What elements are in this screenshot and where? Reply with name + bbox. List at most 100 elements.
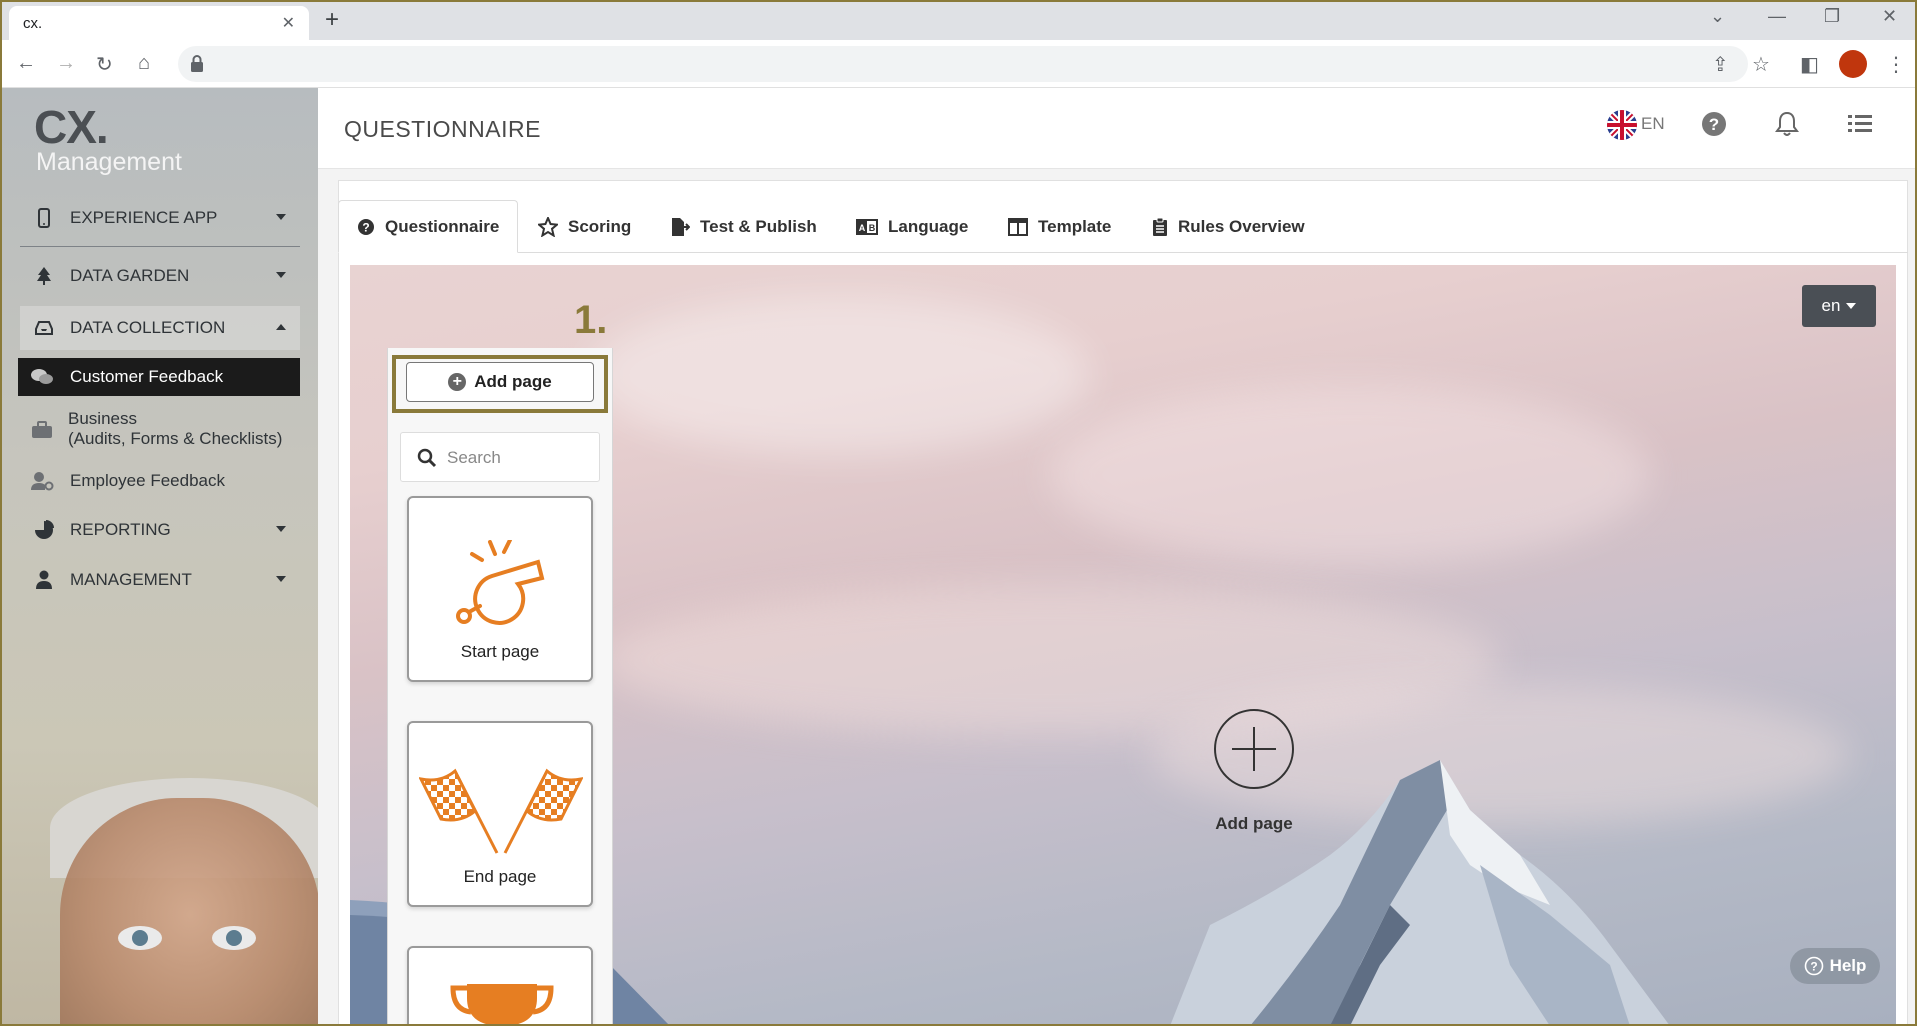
clipboard-list-icon xyxy=(1153,217,1167,236)
page-title: QUESTIONNAIRE xyxy=(344,116,541,142)
help-button[interactable]: ? Help xyxy=(1790,948,1880,984)
tab-label: Scoring xyxy=(568,216,632,236)
caret-down-icon xyxy=(276,214,286,220)
back-icon[interactable]: ← xyxy=(16,52,36,75)
search-field[interactable] xyxy=(400,432,600,482)
tab-label: Test & Publish xyxy=(700,216,817,236)
bookmark-star-icon[interactable]: ☆ xyxy=(1752,52,1770,77)
page-tile-end[interactable]: End page xyxy=(407,721,593,907)
reload-icon[interactable]: ↻ xyxy=(96,52,113,77)
sidebar-item-reporting[interactable]: REPORTING xyxy=(20,508,300,552)
browser-tab-bar: cx. ✕ + ⌄ — ❐ ✕ xyxy=(0,0,1917,40)
minimize-icon[interactable]: — xyxy=(1768,6,1786,27)
tab-test-publish[interactable]: Test & Publish xyxy=(670,200,817,253)
user-tie-icon xyxy=(36,570,52,589)
sidebar-divider xyxy=(20,246,300,247)
pie-chart-icon xyxy=(35,520,54,539)
file-export-icon xyxy=(672,217,690,236)
help-circle-icon: ? xyxy=(1804,956,1823,976)
sidebar-item-label: EXPERIENCE APP xyxy=(70,208,218,227)
language-select[interactable]: en xyxy=(1802,285,1876,327)
plus-circle-icon: + xyxy=(448,373,467,391)
sidebar-item-customer-feedback[interactable]: Customer Feedback xyxy=(18,358,300,396)
caret-down-icon xyxy=(276,272,286,278)
close-tab-icon[interactable]: ✕ xyxy=(282,13,295,33)
sidebar-item-label: MANAGEMENT xyxy=(70,570,192,589)
tree-icon xyxy=(37,267,51,285)
sidebar-item-business[interactable]: Business (Audits, Forms & Checklists) xyxy=(18,402,300,456)
sidebar-item-experience-app[interactable]: EXPERIENCE APP xyxy=(20,196,300,240)
star-icon xyxy=(538,216,558,237)
caret-up-icon xyxy=(276,324,286,330)
logo[interactable]: CX. xyxy=(34,100,109,154)
briefcase-icon xyxy=(32,421,52,438)
window-close-icon[interactable]: ✕ xyxy=(1882,6,1897,27)
svg-text:A: A xyxy=(859,223,866,233)
search-icon xyxy=(417,448,437,468)
list-menu-icon[interactable] xyxy=(1846,110,1874,138)
sidebar-item-employee-feedback[interactable]: Employee Feedback xyxy=(18,462,300,500)
background-photo-eye xyxy=(118,926,162,950)
address-bar[interactable] xyxy=(178,46,1748,82)
sidebar-item-sublabel: (Audits, Forms & Checklists) xyxy=(68,429,283,448)
page-tile-start[interactable]: Start page xyxy=(407,496,593,682)
page-tile-result[interactable] xyxy=(407,946,593,1026)
step-number: 1. xyxy=(574,298,608,342)
caret-down-icon xyxy=(276,526,286,532)
language-code[interactable]: EN xyxy=(1641,114,1665,134)
add-page-label[interactable]: Add page xyxy=(1180,814,1328,834)
background-photo-eye xyxy=(212,926,256,950)
question-circle-icon: ? xyxy=(358,218,374,235)
lock-icon xyxy=(191,55,203,72)
logo-subtitle: Management xyxy=(36,148,182,176)
whistle-icon xyxy=(456,540,545,625)
tab-rules-overview[interactable]: Rules Overview xyxy=(1152,200,1305,253)
sidebar-item-data-garden[interactable]: DATA GARDEN xyxy=(20,254,300,298)
bell-icon[interactable] xyxy=(1773,110,1801,138)
svg-text:?: ? xyxy=(362,220,369,234)
new-tab-button[interactable]: + xyxy=(325,6,339,34)
background-photo-face xyxy=(60,798,318,1026)
checkered-flags-icon xyxy=(419,768,583,854)
tab-label: Language xyxy=(888,216,969,236)
browser-toolbar: ← → ↻ ⌂ ⇪ ☆ ◧ ⋮ xyxy=(0,40,1917,88)
sidebar-item-label: Employee Feedback xyxy=(70,471,225,490)
forward-icon[interactable]: → xyxy=(56,52,76,75)
sidebar-item-data-collection[interactable]: DATA COLLECTION xyxy=(20,306,300,350)
browser-menu-icon[interactable]: ⋮ xyxy=(1886,52,1906,77)
sidebar-item-label: Customer Feedback xyxy=(70,367,224,386)
sidebar-item-label: REPORTING xyxy=(70,520,171,539)
add-page-button-label: Add page xyxy=(474,372,552,391)
plus-icon xyxy=(1232,727,1276,771)
search-input[interactable] xyxy=(447,445,587,471)
home-icon[interactable]: ⌂ xyxy=(138,52,150,75)
tile-label: Start page xyxy=(460,642,540,661)
side-panel-icon[interactable]: ◧ xyxy=(1800,52,1819,77)
add-page-button[interactable]: + Add page xyxy=(406,362,594,402)
caret-down-icon xyxy=(1846,303,1857,309)
uk-flag-icon[interactable] xyxy=(1607,110,1637,140)
profile-avatar[interactable] xyxy=(1839,50,1867,78)
columns-icon xyxy=(1008,217,1028,236)
sidebar-item-label: DATA GARDEN xyxy=(70,266,190,285)
language-icon: AB xyxy=(856,218,878,235)
browser-tab[interactable]: cx. ✕ xyxy=(9,6,309,40)
svg-text:?: ? xyxy=(1709,115,1719,134)
tab-scoring[interactable]: Scoring xyxy=(538,200,631,253)
tab-template[interactable]: Template xyxy=(1008,200,1111,253)
sidebar: CX. Management EXPERIENCE APP DATA GARDE… xyxy=(0,88,318,1026)
share-icon[interactable]: ⇪ xyxy=(1712,52,1729,77)
mobile-icon xyxy=(38,208,50,228)
help-circle-icon[interactable]: ? xyxy=(1700,110,1728,138)
caret-down-icon xyxy=(276,576,286,582)
tab-label: Template xyxy=(1038,216,1112,236)
restore-icon[interactable]: ❐ xyxy=(1824,6,1840,27)
tab-label: Questionnaire xyxy=(385,216,500,236)
tab-language[interactable]: AB Language xyxy=(856,200,968,253)
tab-questionnaire[interactable]: ? Questionnaire xyxy=(338,200,519,253)
sidebar-item-management[interactable]: MANAGEMENT xyxy=(20,558,300,602)
user-cog-icon xyxy=(31,472,54,491)
sidebar-item-label: Business xyxy=(68,409,137,428)
tab-search-icon[interactable]: ⌄ xyxy=(1710,6,1725,27)
add-page-circle-button[interactable] xyxy=(1214,709,1294,789)
